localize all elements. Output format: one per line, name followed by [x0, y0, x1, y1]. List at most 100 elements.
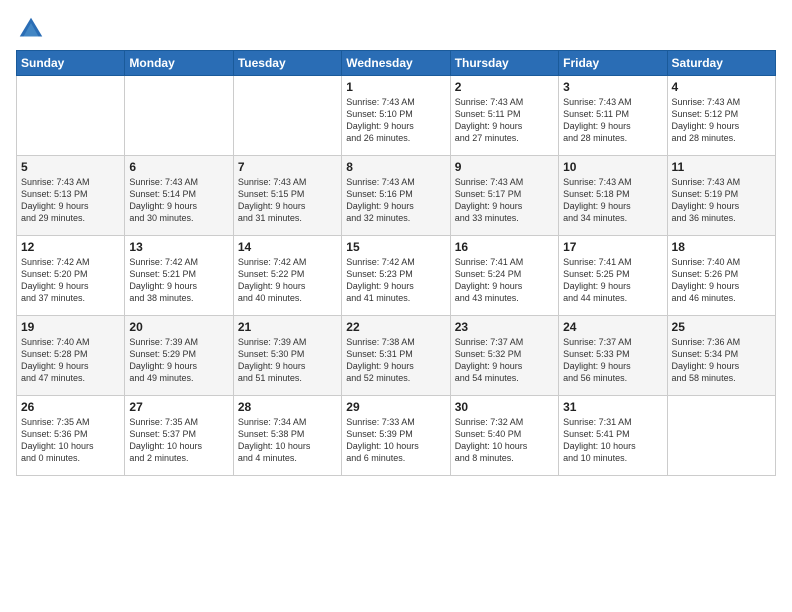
day-content: Sunrise: 7:43 AM Sunset: 5:18 PM Dayligh…	[563, 176, 662, 225]
day-header-sunday: Sunday	[17, 51, 125, 76]
day-content: Sunrise: 7:31 AM Sunset: 5:41 PM Dayligh…	[563, 416, 662, 465]
day-content: Sunrise: 7:37 AM Sunset: 5:33 PM Dayligh…	[563, 336, 662, 385]
calendar-cell: 19 Sunrise: 7:40 AM Sunset: 5:28 PM Dayli…	[17, 316, 125, 396]
day-content: Sunrise: 7:42 AM Sunset: 5:23 PM Dayligh…	[346, 256, 445, 305]
day-number: 30	[455, 400, 554, 414]
day-header-tuesday: Tuesday	[233, 51, 341, 76]
day-number: 2	[455, 80, 554, 94]
day-number: 7	[238, 160, 337, 174]
day-header-friday: Friday	[559, 51, 667, 76]
logo	[16, 14, 48, 44]
calendar-cell: 22 Sunrise: 7:38 AM Sunset: 5:31 PM Dayli…	[342, 316, 450, 396]
day-number: 14	[238, 240, 337, 254]
day-content: Sunrise: 7:43 AM Sunset: 5:15 PM Dayligh…	[238, 176, 337, 225]
day-number: 25	[672, 320, 771, 334]
calendar-header-row: SundayMondayTuesdayWednesdayThursdayFrid…	[17, 51, 776, 76]
calendar-cell	[17, 76, 125, 156]
calendar-cell: 9 Sunrise: 7:43 AM Sunset: 5:17 PM Daylig…	[450, 156, 558, 236]
calendar-cell: 27 Sunrise: 7:35 AM Sunset: 5:37 PM Dayli…	[125, 396, 233, 476]
header	[16, 10, 776, 44]
day-header-monday: Monday	[125, 51, 233, 76]
calendar-cell: 31 Sunrise: 7:31 AM Sunset: 5:41 PM Dayli…	[559, 396, 667, 476]
calendar-cell	[125, 76, 233, 156]
day-content: Sunrise: 7:43 AM Sunset: 5:17 PM Dayligh…	[455, 176, 554, 225]
day-number: 5	[21, 160, 120, 174]
day-number: 24	[563, 320, 662, 334]
day-content: Sunrise: 7:43 AM Sunset: 5:12 PM Dayligh…	[672, 96, 771, 145]
day-number: 13	[129, 240, 228, 254]
calendar-cell: 8 Sunrise: 7:43 AM Sunset: 5:16 PM Daylig…	[342, 156, 450, 236]
day-number: 12	[21, 240, 120, 254]
calendar-week-row: 19 Sunrise: 7:40 AM Sunset: 5:28 PM Dayli…	[17, 316, 776, 396]
calendar-page: SundayMondayTuesdayWednesdayThursdayFrid…	[0, 0, 792, 486]
day-number: 22	[346, 320, 445, 334]
day-content: Sunrise: 7:34 AM Sunset: 5:38 PM Dayligh…	[238, 416, 337, 465]
calendar-cell: 1 Sunrise: 7:43 AM Sunset: 5:10 PM Daylig…	[342, 76, 450, 156]
calendar-cell: 20 Sunrise: 7:39 AM Sunset: 5:29 PM Dayli…	[125, 316, 233, 396]
calendar-cell: 15Sunrise: 7:42 AM Sunset: 5:23 PM Dayli…	[342, 236, 450, 316]
day-number: 28	[238, 400, 337, 414]
day-content: Sunrise: 7:43 AM Sunset: 5:13 PM Dayligh…	[21, 176, 120, 225]
day-number: 4	[672, 80, 771, 94]
day-number: 1	[346, 80, 445, 94]
calendar-week-row: 5 Sunrise: 7:43 AM Sunset: 5:13 PM Daylig…	[17, 156, 776, 236]
calendar-cell: 11Sunrise: 7:43 AM Sunset: 5:19 PM Dayli…	[667, 156, 775, 236]
day-number: 16	[455, 240, 554, 254]
logo-icon	[16, 14, 46, 44]
calendar-cell: 24 Sunrise: 7:37 AM Sunset: 5:33 PM Dayli…	[559, 316, 667, 396]
day-content: Sunrise: 7:35 AM Sunset: 5:36 PM Dayligh…	[21, 416, 120, 465]
day-number: 19	[21, 320, 120, 334]
calendar-cell: 28 Sunrise: 7:34 AM Sunset: 5:38 PM Dayli…	[233, 396, 341, 476]
calendar-cell: 25 Sunrise: 7:36 AM Sunset: 5:34 PM Dayli…	[667, 316, 775, 396]
calendar-cell: 14 Sunrise: 7:42 AM Sunset: 5:22 PM Dayli…	[233, 236, 341, 316]
day-number: 10	[563, 160, 662, 174]
day-content: Sunrise: 7:43 AM Sunset: 5:11 PM Dayligh…	[563, 96, 662, 145]
day-number: 29	[346, 400, 445, 414]
calendar-cell: 10 Sunrise: 7:43 AM Sunset: 5:18 PM Dayli…	[559, 156, 667, 236]
calendar-cell	[667, 396, 775, 476]
calendar-cell: 2 Sunrise: 7:43 AM Sunset: 5:11 PM Daylig…	[450, 76, 558, 156]
day-content: Sunrise: 7:42 AM Sunset: 5:22 PM Dayligh…	[238, 256, 337, 305]
day-content: Sunrise: 7:41 AM Sunset: 5:25 PM Dayligh…	[563, 256, 662, 305]
day-number: 21	[238, 320, 337, 334]
calendar-cell: 6Sunrise: 7:43 AM Sunset: 5:14 PM Daylig…	[125, 156, 233, 236]
calendar-table: SundayMondayTuesdayWednesdayThursdayFrid…	[16, 50, 776, 476]
day-content: Sunrise: 7:33 AM Sunset: 5:39 PM Dayligh…	[346, 416, 445, 465]
day-content: Sunrise: 7:42 AM Sunset: 5:21 PM Dayligh…	[129, 256, 228, 305]
calendar-cell: 12Sunrise: 7:42 AM Sunset: 5:20 PM Dayli…	[17, 236, 125, 316]
calendar-week-row: 12Sunrise: 7:42 AM Sunset: 5:20 PM Dayli…	[17, 236, 776, 316]
calendar-cell: 18 Sunrise: 7:40 AM Sunset: 5:26 PM Dayli…	[667, 236, 775, 316]
calendar-cell: 7 Sunrise: 7:43 AM Sunset: 5:15 PM Daylig…	[233, 156, 341, 236]
day-number: 9	[455, 160, 554, 174]
day-content: Sunrise: 7:39 AM Sunset: 5:29 PM Dayligh…	[129, 336, 228, 385]
day-content: Sunrise: 7:43 AM Sunset: 5:16 PM Dayligh…	[346, 176, 445, 225]
calendar-cell: 16Sunrise: 7:41 AM Sunset: 5:24 PM Dayli…	[450, 236, 558, 316]
calendar-cell: 4 Sunrise: 7:43 AM Sunset: 5:12 PM Daylig…	[667, 76, 775, 156]
day-content: Sunrise: 7:40 AM Sunset: 5:28 PM Dayligh…	[21, 336, 120, 385]
day-number: 8	[346, 160, 445, 174]
day-content: Sunrise: 7:40 AM Sunset: 5:26 PM Dayligh…	[672, 256, 771, 305]
calendar-cell: 17 Sunrise: 7:41 AM Sunset: 5:25 PM Dayli…	[559, 236, 667, 316]
day-number: 31	[563, 400, 662, 414]
day-number: 23	[455, 320, 554, 334]
calendar-cell: 13 Sunrise: 7:42 AM Sunset: 5:21 PM Dayli…	[125, 236, 233, 316]
day-number: 17	[563, 240, 662, 254]
calendar-cell: 3 Sunrise: 7:43 AM Sunset: 5:11 PM Daylig…	[559, 76, 667, 156]
day-content: Sunrise: 7:36 AM Sunset: 5:34 PM Dayligh…	[672, 336, 771, 385]
day-content: Sunrise: 7:43 AM Sunset: 5:14 PM Dayligh…	[129, 176, 228, 225]
day-header-thursday: Thursday	[450, 51, 558, 76]
day-content: Sunrise: 7:43 AM Sunset: 5:11 PM Dayligh…	[455, 96, 554, 145]
day-content: Sunrise: 7:43 AM Sunset: 5:10 PM Dayligh…	[346, 96, 445, 145]
calendar-cell: 21Sunrise: 7:39 AM Sunset: 5:30 PM Dayli…	[233, 316, 341, 396]
calendar-cell: 26Sunrise: 7:35 AM Sunset: 5:36 PM Dayli…	[17, 396, 125, 476]
day-content: Sunrise: 7:37 AM Sunset: 5:32 PM Dayligh…	[455, 336, 554, 385]
calendar-week-row: 1 Sunrise: 7:43 AM Sunset: 5:10 PM Daylig…	[17, 76, 776, 156]
day-content: Sunrise: 7:38 AM Sunset: 5:31 PM Dayligh…	[346, 336, 445, 385]
day-number: 27	[129, 400, 228, 414]
calendar-cell	[233, 76, 341, 156]
day-content: Sunrise: 7:35 AM Sunset: 5:37 PM Dayligh…	[129, 416, 228, 465]
day-number: 18	[672, 240, 771, 254]
day-number: 3	[563, 80, 662, 94]
day-header-wednesday: Wednesday	[342, 51, 450, 76]
day-number: 20	[129, 320, 228, 334]
